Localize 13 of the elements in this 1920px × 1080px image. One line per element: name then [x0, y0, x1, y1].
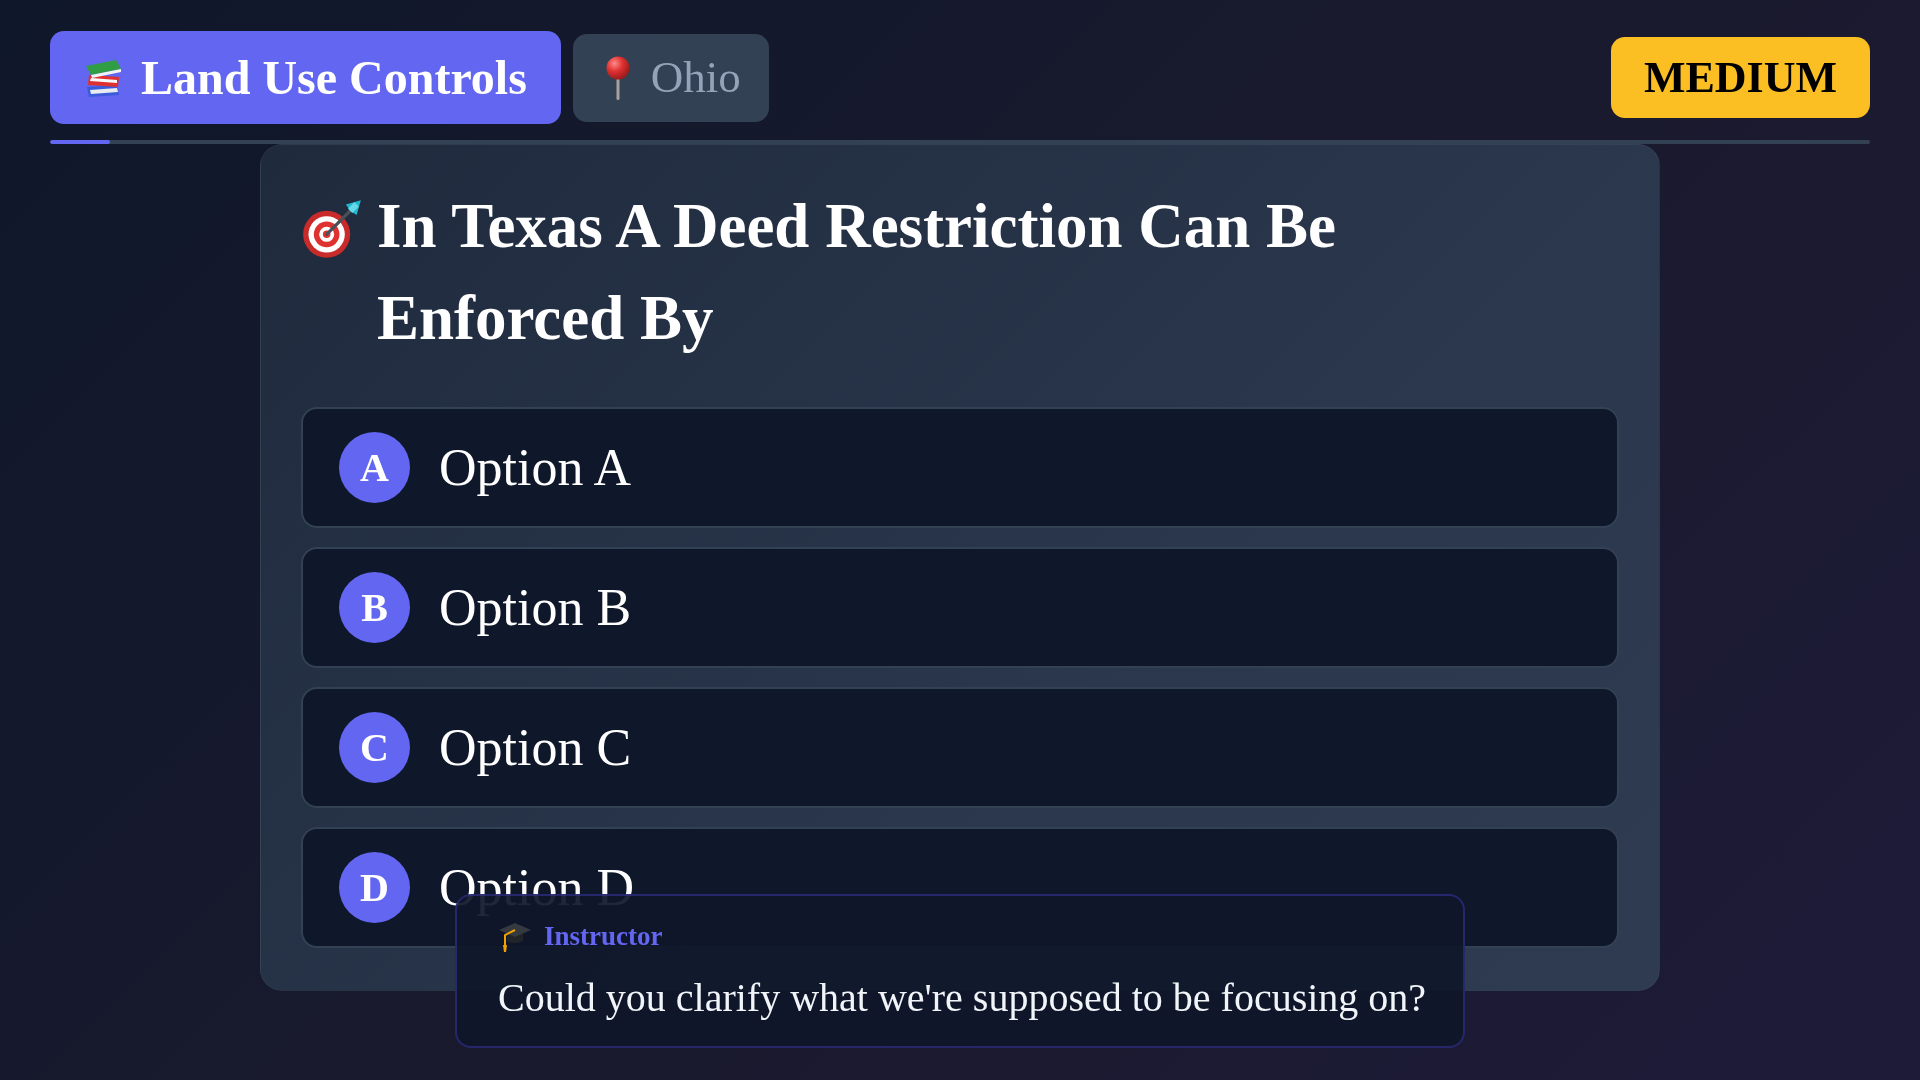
option-letter: D	[339, 852, 410, 923]
question-title: In Texas A Deed Restriction Can Be Enforced By	[377, 190, 1338, 355]
chat-message: Could you clarify what we're supposed to be focusing on?	[498, 974, 1425, 1022]
answer-option[interactable]: C Option C	[301, 687, 1619, 808]
target-icon	[301, 198, 363, 260]
answer-option[interactable]: A Option A	[301, 407, 1619, 528]
option-letter: C	[339, 712, 410, 783]
option-letter: B	[339, 572, 410, 643]
location-label: Ohio	[650, 55, 741, 100]
answer-option[interactable]: B Option B	[301, 547, 1619, 668]
difficulty-label: MEDIUM	[1610, 37, 1870, 118]
topic-label: Land Use Controls	[141, 53, 527, 102]
option-letter: A	[339, 432, 410, 503]
